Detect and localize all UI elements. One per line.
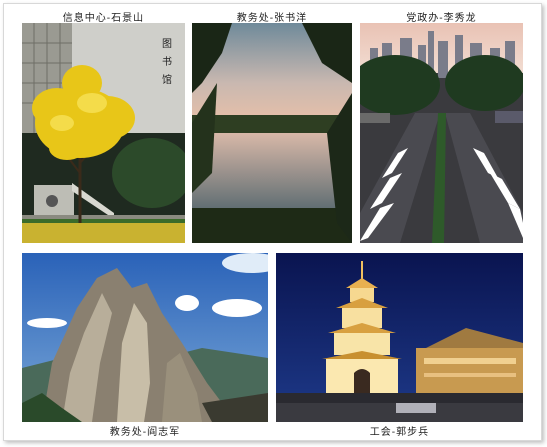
library-sign-char-1: 图 — [162, 38, 172, 50]
caption-photo-5: 工会-郭步兵 — [369, 427, 430, 438]
photo-library-tree: 图 书 馆 — [22, 23, 185, 243]
caption-photo-1: 信息中心-石景山 — [62, 13, 145, 24]
caption-photo-4: 教务处-阎志军 — [109, 427, 181, 438]
caption-photo-2: 教务处-张书洋 — [236, 13, 308, 24]
library-sign-char-3: 馆 — [162, 73, 172, 86]
photo-night-pagoda — [276, 253, 523, 422]
library-sign-char-2: 书 — [162, 56, 172, 68]
photo-granite-mountain — [22, 253, 268, 422]
photo-lake-dusk — [192, 23, 352, 243]
photo-city-boulevard — [360, 23, 523, 243]
caption-photo-3: 党政办-李秀龙 — [406, 13, 477, 24]
